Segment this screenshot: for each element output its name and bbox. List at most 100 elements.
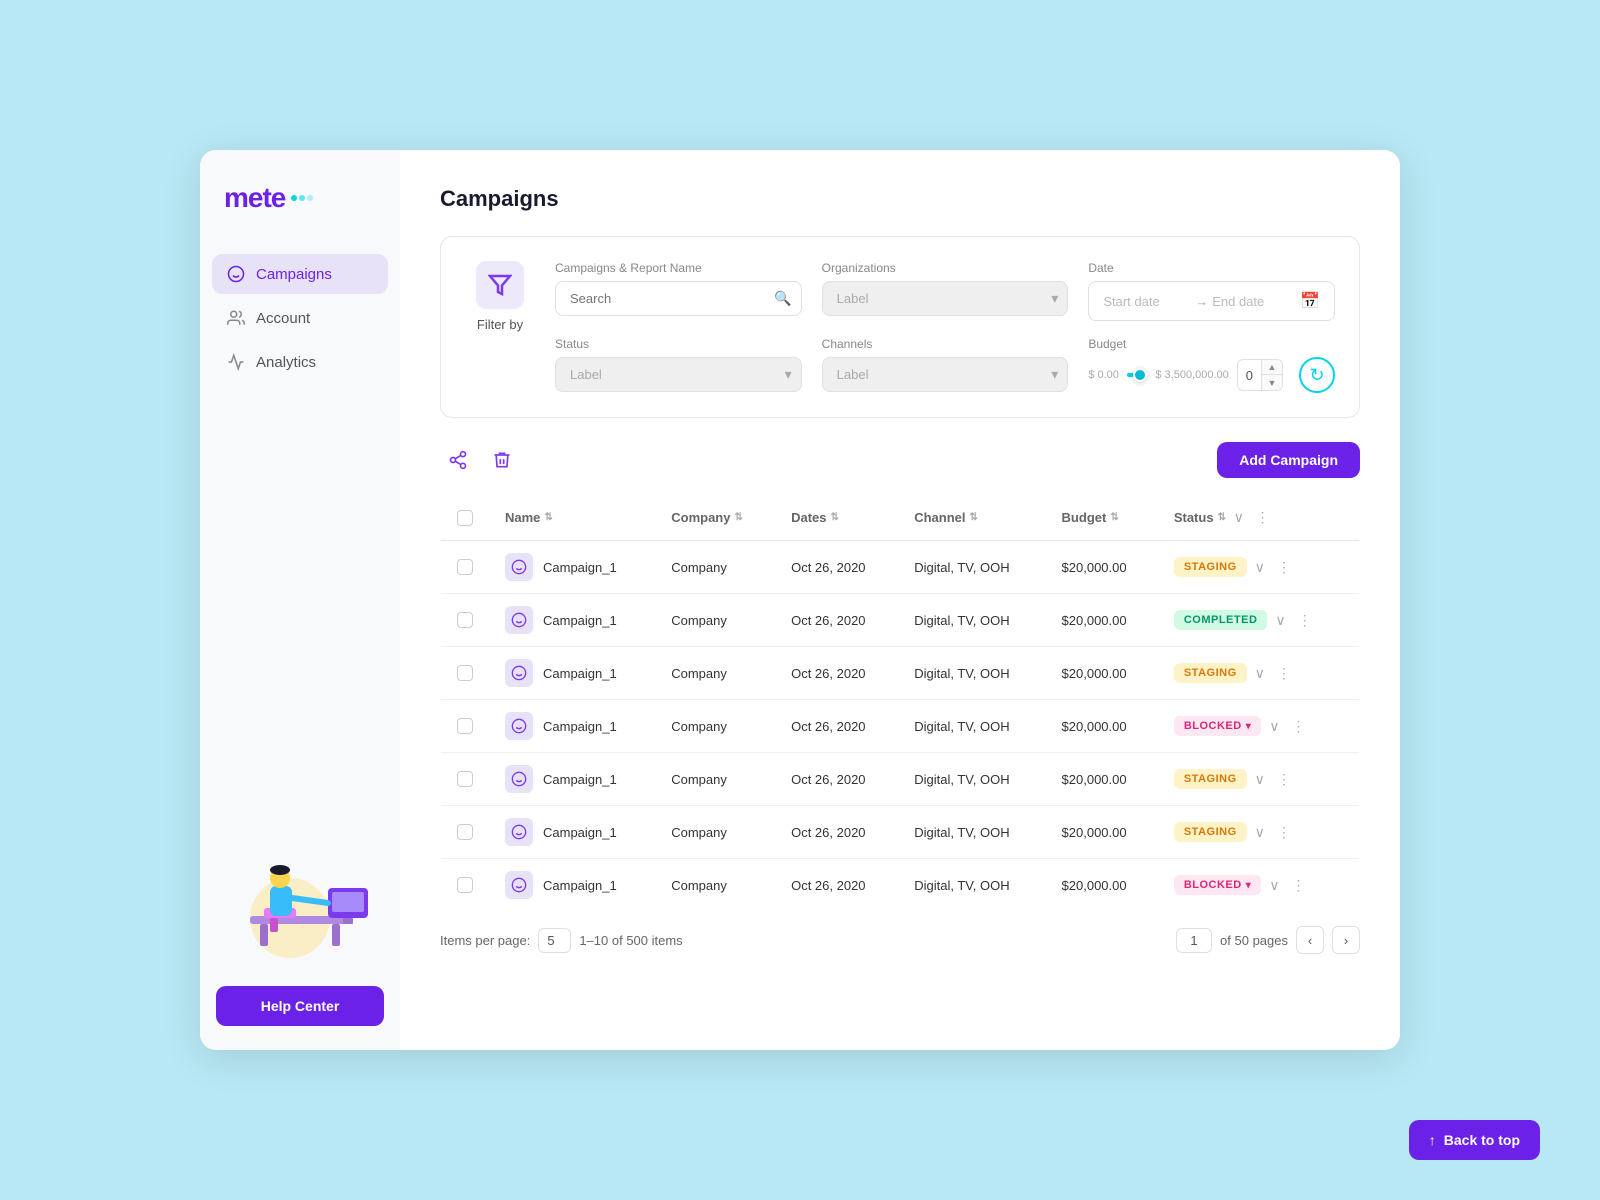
row-dots-4[interactable]: ⋮ bbox=[1273, 769, 1295, 790]
logo: mete bbox=[200, 182, 400, 254]
campaign-dates-3: Oct 26, 2020 bbox=[775, 700, 898, 753]
status-select[interactable]: Label bbox=[555, 357, 802, 392]
slider-thumb[interactable] bbox=[1133, 368, 1147, 382]
row-checkbox-2[interactable] bbox=[457, 665, 473, 681]
budget-label: Budget bbox=[1088, 337, 1335, 351]
logo-dot-1 bbox=[291, 195, 297, 201]
illustration-svg bbox=[220, 838, 380, 958]
col-sort-budget[interactable]: Budget ⇅ bbox=[1062, 510, 1119, 525]
back-to-top-button[interactable]: ↑ Back to top bbox=[1409, 1120, 1540, 1160]
campaigns-search-input[interactable] bbox=[555, 281, 802, 316]
campaign-avatar-3 bbox=[505, 712, 533, 740]
budget-slider[interactable] bbox=[1127, 373, 1147, 377]
row-chevron-1[interactable]: ∨ bbox=[1271, 610, 1289, 631]
row-dots-2[interactable]: ⋮ bbox=[1273, 663, 1295, 684]
campaign-name-4: Campaign_1 bbox=[543, 772, 617, 787]
channels-select[interactable]: Label bbox=[822, 357, 1069, 392]
campaigns-report-field: Campaigns & Report Name 🔍 bbox=[555, 261, 802, 321]
page-number-input[interactable]: 1 bbox=[1176, 928, 1212, 953]
page-title: Campaigns bbox=[440, 186, 1360, 212]
budget-max: $ 3,500,000.00 bbox=[1155, 369, 1228, 381]
prev-page-button[interactable]: ‹ bbox=[1296, 926, 1324, 954]
next-page-button[interactable]: › bbox=[1332, 926, 1360, 954]
date-end[interactable]: End date bbox=[1212, 294, 1300, 309]
campaign-company-6: Company bbox=[655, 859, 775, 912]
col-sort-channel[interactable]: Channel ⇅ bbox=[914, 510, 978, 525]
row-dots-0[interactable]: ⋮ bbox=[1273, 557, 1295, 578]
toolbar-left bbox=[440, 442, 520, 478]
campaign-budget-4: $20,000.00 bbox=[1046, 753, 1158, 806]
items-per-page-select[interactable]: 5 10 25 bbox=[538, 928, 571, 953]
row-chevron-3[interactable]: ∨ bbox=[1265, 716, 1283, 737]
row-checkbox-3[interactable] bbox=[457, 718, 473, 734]
date-start[interactable]: Start date bbox=[1103, 294, 1191, 309]
row-actions-5: STAGING ∨ ⋮ bbox=[1174, 822, 1343, 843]
table-row: Campaign_1 Company Oct 26, 2020 Digital,… bbox=[441, 700, 1360, 753]
help-center-button[interactable]: Help Center bbox=[216, 986, 384, 1026]
row-actions-6: BLOCKED ▾ ∨ ⋮ bbox=[1174, 875, 1343, 896]
row-checkbox-0[interactable] bbox=[457, 559, 473, 575]
budget-increment[interactable]: ▲ bbox=[1262, 359, 1282, 375]
sidebar-item-account[interactable]: Account bbox=[212, 298, 388, 338]
budget-field: Budget $ 0.00 $ 3,500,000.00 bbox=[1088, 337, 1335, 393]
row-dots-5[interactable]: ⋮ bbox=[1273, 822, 1295, 843]
row-chevron-6[interactable]: ∨ bbox=[1265, 875, 1283, 896]
channels-label: Channels bbox=[822, 337, 1069, 351]
toolbar: Add Campaign bbox=[440, 442, 1360, 478]
refresh-button[interactable]: ↻ bbox=[1299, 357, 1335, 393]
status-col-chevron[interactable]: ∨ bbox=[1230, 507, 1248, 528]
filter-icon-area: Filter by bbox=[465, 261, 535, 332]
campaign-budget-3: $20,000.00 bbox=[1046, 700, 1158, 753]
sidebar-item-campaigns[interactable]: Campaigns bbox=[212, 254, 388, 294]
table-row: Campaign_1 Company Oct 26, 2020 Digital,… bbox=[441, 647, 1360, 700]
col-sort-company[interactable]: Company ⇅ bbox=[671, 510, 743, 525]
sidebar-nav: Campaigns Account Analytics bbox=[200, 254, 400, 382]
status-label: Status bbox=[555, 337, 802, 351]
campaign-channel-1: Digital, TV, OOH bbox=[898, 594, 1045, 647]
sidebar-illustration bbox=[200, 838, 400, 974]
status-col-dots[interactable]: ⋮ bbox=[1251, 507, 1273, 528]
row-actions-0: STAGING ∨ ⋮ bbox=[1174, 557, 1343, 578]
campaign-company-4: Company bbox=[655, 753, 775, 806]
table-row: Campaign_1 Company Oct 26, 2020 Digital,… bbox=[441, 806, 1360, 859]
pagination-right: 1 of 50 pages ‹ › bbox=[1176, 926, 1360, 954]
campaign-company-1: Company bbox=[655, 594, 775, 647]
row-chevron-4[interactable]: ∨ bbox=[1251, 769, 1269, 790]
row-checkbox-4[interactable] bbox=[457, 771, 473, 787]
date-field: Date Start date → End date 📅 bbox=[1088, 261, 1335, 321]
share-button[interactable] bbox=[440, 442, 476, 478]
budget-min: $ 0.00 bbox=[1088, 369, 1119, 381]
campaign-name-2: Campaign_1 bbox=[543, 666, 617, 681]
main-content: Campaigns Filter by Campaigns & Report N… bbox=[400, 150, 1400, 1050]
select-all-checkbox[interactable] bbox=[457, 510, 473, 526]
organizations-select[interactable]: Label bbox=[822, 281, 1069, 316]
campaign-avatar-4 bbox=[505, 765, 533, 793]
date-label: Date bbox=[1088, 261, 1335, 275]
campaign-budget-5: $20,000.00 bbox=[1046, 806, 1158, 859]
logo-dots bbox=[291, 195, 313, 201]
row-checkbox-6[interactable] bbox=[457, 877, 473, 893]
row-chevron-5[interactable]: ∨ bbox=[1251, 822, 1269, 843]
pagination-left: Items per page: 5 10 25 1–10 of 500 item… bbox=[440, 928, 683, 953]
channels-field: Channels Label ▾ bbox=[822, 337, 1069, 393]
row-chevron-2[interactable]: ∨ bbox=[1251, 663, 1269, 684]
budget-decrement[interactable]: ▼ bbox=[1262, 375, 1282, 391]
row-dots-3[interactable]: ⋮ bbox=[1288, 716, 1310, 737]
row-checkbox-5[interactable] bbox=[457, 824, 473, 840]
col-sort-dates[interactable]: Dates ⇅ bbox=[791, 510, 839, 525]
campaign-dates-5: Oct 26, 2020 bbox=[775, 806, 898, 859]
row-actions-2: STAGING ∨ ⋮ bbox=[1174, 663, 1343, 684]
add-campaign-button[interactable]: Add Campaign bbox=[1217, 442, 1360, 478]
campaign-avatar-5 bbox=[505, 818, 533, 846]
campaign-name-cell-1: Campaign_1 bbox=[505, 606, 639, 634]
row-dots-6[interactable]: ⋮ bbox=[1288, 875, 1310, 896]
campaign-channel-6: Digital, TV, OOH bbox=[898, 859, 1045, 912]
row-chevron-0[interactable]: ∨ bbox=[1251, 557, 1269, 578]
row-checkbox-1[interactable] bbox=[457, 612, 473, 628]
col-sort-status[interactable]: Status ⇅ bbox=[1174, 510, 1226, 525]
sidebar-item-analytics[interactable]: Analytics bbox=[212, 342, 388, 382]
col-sort-name[interactable]: Name ⇅ bbox=[505, 510, 553, 525]
row-dots-1[interactable]: ⋮ bbox=[1294, 610, 1316, 631]
campaign-name-5: Campaign_1 bbox=[543, 825, 617, 840]
delete-button[interactable] bbox=[484, 442, 520, 478]
